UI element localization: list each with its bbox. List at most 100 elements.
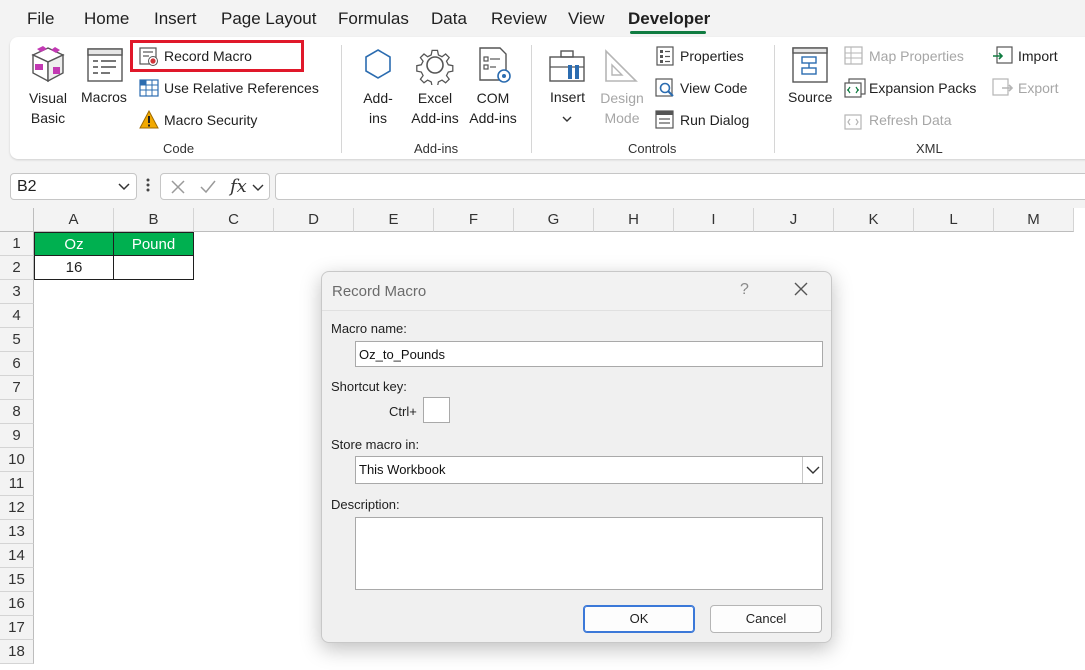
source-icon[interactable] <box>791 46 829 91</box>
view-code-button[interactable]: View Code <box>680 80 747 96</box>
description-textarea[interactable] <box>355 517 823 590</box>
com-add-ins-icon[interactable] <box>476 46 514 91</box>
properties-icon <box>656 46 674 71</box>
export-button: Export <box>1018 80 1059 96</box>
design-mode-label-2: Mode <box>604 110 640 126</box>
tab-developer[interactable]: Developer <box>628 9 710 29</box>
tab-home[interactable]: Home <box>84 9 129 29</box>
column-header-i[interactable]: I <box>674 208 754 232</box>
visual-basic-icon[interactable] <box>27 45 69 90</box>
row-header-17[interactable]: 17 <box>0 616 34 640</box>
row-header-4[interactable]: 4 <box>0 304 34 328</box>
use-relative-references-button[interactable]: Use Relative References <box>164 80 319 96</box>
com-add-ins-button[interactable]: COM Add-ins <box>465 88 521 128</box>
row-header-15[interactable]: 15 <box>0 568 34 592</box>
column-header-d[interactable]: D <box>274 208 354 232</box>
row-header-12[interactable]: 12 <box>0 496 34 520</box>
add-ins-label: Add- <box>363 90 393 106</box>
close-icon[interactable] <box>794 282 808 301</box>
row-header-18[interactable]: 18 <box>0 640 34 664</box>
confirm-entry-icon[interactable] <box>199 179 217 200</box>
excel-add-ins-icon[interactable] <box>415 45 455 90</box>
tab-page-layout[interactable]: Page Layout <box>221 9 316 29</box>
row-header-16[interactable]: 16 <box>0 592 34 616</box>
formula-input[interactable] <box>275 173 1085 200</box>
description-label: Description: <box>331 497 400 512</box>
row-header-8[interactable]: 8 <box>0 400 34 424</box>
excel-add-ins-label: Excel <box>417 90 453 106</box>
run-dialog-button[interactable]: Run Dialog <box>680 112 749 128</box>
row-header-14[interactable]: 14 <box>0 544 34 568</box>
macros-icon[interactable] <box>86 47 126 90</box>
chevron-down-icon[interactable] <box>118 179 130 198</box>
active-tab-indicator <box>630 31 706 34</box>
chevron-down-icon[interactable] <box>252 180 264 199</box>
column-header-l[interactable]: L <box>914 208 994 232</box>
row-header-7[interactable]: 7 <box>0 376 34 400</box>
column-header-k[interactable]: K <box>834 208 914 232</box>
macro-security-button[interactable]: Macro Security <box>164 112 257 128</box>
add-ins-icon[interactable] <box>359 47 397 90</box>
row-header-1[interactable]: 1 <box>0 232 34 256</box>
more-options-icon[interactable] <box>146 177 150 198</box>
design-mode-button: Design Mode <box>597 88 647 128</box>
map-properties-button: Map Properties <box>869 48 964 64</box>
row-header-11[interactable]: 11 <box>0 472 34 496</box>
chevron-down-icon[interactable] <box>802 457 822 483</box>
cell-a2[interactable]: 16 <box>34 256 114 280</box>
help-button[interactable]: ? <box>740 281 749 299</box>
column-header-g[interactable]: G <box>514 208 594 232</box>
menu-bar: File Home Insert Page Layout Formulas Da… <box>0 0 1085 36</box>
com-add-ins-label-2: Add-ins <box>469 110 517 126</box>
name-box[interactable]: B2 <box>10 173 137 200</box>
column-header-h[interactable]: H <box>594 208 674 232</box>
select-all-corner[interactable] <box>0 208 34 232</box>
row-header-5[interactable]: 5 <box>0 328 34 352</box>
cell-a1[interactable]: Oz <box>34 232 114 256</box>
insert-function-button[interactable]: fx <box>230 176 247 197</box>
column-header-c[interactable]: C <box>194 208 274 232</box>
shortcut-key-input[interactable] <box>423 397 450 423</box>
toolbox-icon[interactable] <box>548 49 588 90</box>
row-header-10[interactable]: 10 <box>0 448 34 472</box>
excel-add-ins-button[interactable]: Excel Add-ins <box>408 88 462 128</box>
column-header-m[interactable]: M <box>994 208 1074 232</box>
column-header-e[interactable]: E <box>354 208 434 232</box>
row-header-2[interactable]: 2 <box>0 256 34 280</box>
store-macro-select[interactable]: This Workbook <box>355 456 823 484</box>
column-header-f[interactable]: F <box>434 208 514 232</box>
visual-basic-button[interactable]: Visual Basic <box>27 88 69 128</box>
properties-button[interactable]: Properties <box>680 48 744 64</box>
tab-review[interactable]: Review <box>491 9 547 29</box>
cell-b2[interactable] <box>113 256 194 280</box>
row-header-6[interactable]: 6 <box>0 352 34 376</box>
macros-button[interactable]: Macros <box>81 89 127 105</box>
tab-formulas[interactable]: Formulas <box>338 9 409 29</box>
com-add-ins-label: COM <box>476 90 510 106</box>
design-mode-icon <box>603 47 641 90</box>
import-button[interactable]: Import <box>1018 48 1058 64</box>
row-header-9[interactable]: 9 <box>0 424 34 448</box>
macro-name-input[interactable]: Oz_to_Pounds <box>355 341 823 367</box>
ok-button[interactable]: OK <box>583 605 695 633</box>
column-header-j[interactable]: J <box>754 208 834 232</box>
row-header-13[interactable]: 13 <box>0 520 34 544</box>
name-box-value: B2 <box>17 178 37 195</box>
add-ins-button[interactable]: Add- ins <box>358 88 398 128</box>
cancel-entry-icon[interactable] <box>170 179 186 200</box>
row-header-3[interactable]: 3 <box>0 280 34 304</box>
warning-icon <box>139 109 159 135</box>
insert-control-button[interactable]: Insert <box>550 89 585 105</box>
tab-data[interactable]: Data <box>431 9 467 29</box>
column-header-b[interactable]: B <box>114 208 194 232</box>
expansion-packs-button[interactable]: Expansion Packs <box>869 80 976 96</box>
tab-view[interactable]: View <box>568 9 605 29</box>
cell-b1[interactable]: Pound <box>113 232 194 256</box>
column-header-a[interactable]: A <box>34 208 114 232</box>
tab-file[interactable]: File <box>27 9 54 29</box>
tab-insert[interactable]: Insert <box>154 9 197 29</box>
source-button[interactable]: Source <box>788 89 832 105</box>
record-macro-button[interactable]: Record Macro <box>164 48 252 64</box>
cancel-button[interactable]: Cancel <box>710 605 822 633</box>
group-separator <box>341 45 342 153</box>
